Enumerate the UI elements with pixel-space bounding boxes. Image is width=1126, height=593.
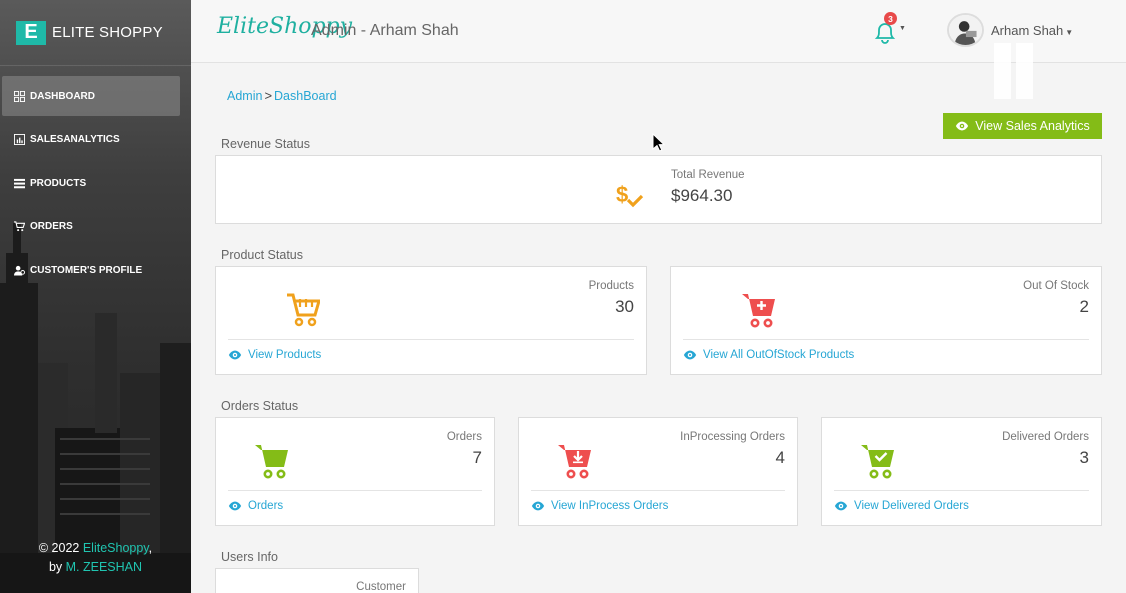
eye-icon [834,501,848,511]
user-name: Arham Shah [991,23,1064,38]
section-title-product: Product Status [221,248,303,262]
sidebar-item-orders[interactable]: ORDERS [2,207,180,247]
section-title-orders: Orders Status [221,399,299,413]
divider [834,490,1089,491]
sidebar-item-salesanalytics[interactable]: SALESANALYTICS [2,120,180,160]
cart-check-icon [861,445,894,479]
sidebar-item-label: DASHBOARD [30,90,95,102]
out-of-stock-count: 2 [1079,297,1089,316]
mouse-cursor-icon [652,133,666,152]
divider [683,339,1089,340]
notification-badge: 3 [884,12,897,25]
chart-icon [14,134,25,145]
divider [531,490,785,491]
decorative-overlay [994,43,1052,99]
out-of-stock-label: Out Of Stock [1023,280,1089,292]
view-products-label: View Products [248,349,322,361]
cart-plus-icon [742,294,775,328]
view-inprocess-orders-link[interactable]: View InProcess Orders [531,499,668,513]
brand-name: ELITE SHOPPY [52,24,163,41]
inprocessing-orders-card: InProcessing Orders 4 View InProcess Ord… [518,417,798,526]
sidebar-item-customers-profile[interactable]: CUSTOMER'S PROFILE [2,250,180,290]
sidebar-item-dashboard[interactable]: DASHBOARD [2,76,180,116]
sidebar-footer: © 2022 EliteShoppy, by M. ZEESHAN [0,539,191,577]
view-delivered-orders-link[interactable]: View Delivered Orders [834,499,969,513]
brand-logo: E [16,20,46,45]
out-of-stock-card: Out Of Stock 2 View All OutOfStock Produ… [670,266,1102,375]
sidebar-item-label: SALESANALYTICS [30,134,120,145]
sidebar-item-label: PRODUCTS [30,177,87,189]
list-icon [14,178,25,188]
divider [228,490,482,491]
breadcrumb-separator: > [264,88,273,103]
view-orders-link[interactable]: Orders [228,499,283,513]
brand[interactable]: E ELITE SHOPPY [0,0,191,66]
sidebar-item-products[interactable]: PRODUCTS [2,163,180,203]
cart-icon [14,221,25,232]
delivered-orders-count: 3 [1079,448,1089,467]
total-revenue-value: $964.30 [671,186,733,205]
user-menu[interactable]: Arham Shah ▼ [991,23,1073,38]
inprocessing-orders-label: InProcessing Orders [680,431,785,443]
view-orders-label: Orders [248,500,284,512]
delivered-orders-label: Delivered Orders [1002,431,1089,443]
users-icon [14,265,25,276]
sidebar-item-label: ORDERS [30,221,73,232]
dashboard-icon [14,90,25,102]
view-inprocess-orders-label: View InProcess Orders [551,500,669,512]
delivered-orders-card: Delivered Orders 3 View Delivered Orders [821,417,1102,526]
footer-brand-link[interactable]: EliteShoppy [83,541,149,555]
eye-icon [683,350,697,360]
breadcrumb-admin[interactable]: Admin [227,89,262,103]
orders-label: Orders [446,431,482,443]
sidebar-item-label: CUSTOMER'S PROFILE [30,264,143,276]
breadcrumb-dashboard[interactable]: DashBoard [274,89,337,103]
products-label: Products [588,280,634,292]
eye-icon [531,501,545,511]
view-products-link[interactable]: View Products [228,348,321,362]
orders-count: 7 [472,448,482,467]
products-card: Products 30 View Products [215,266,647,375]
customer-label: Customer [356,581,406,593]
page-title: Admin - Arham Shah [311,22,459,39]
divider [228,339,634,340]
eye-icon [956,121,969,131]
footer-by: by [48,560,66,574]
inprocessing-orders-count: 4 [775,448,785,467]
section-title-users: Users Info [221,550,278,564]
copyright-text: © 2022 [38,541,83,555]
svg-text:$: $ [616,182,628,207]
customer-card: Customer [215,568,419,593]
avatar-image [949,15,982,45]
orders-card: Orders 7 Orders [215,417,495,526]
breadcrumb: Admin > DashBoard [227,88,337,103]
footer-comma: , [148,541,153,555]
chevron-down-icon: ▼ [1065,28,1074,37]
view-delivered-orders-label: View Delivered Orders [854,500,969,512]
sidebar: E ELITE SHOPPY DASHBOARD SALESANALYTICS … [0,0,191,593]
topbar: EliteShoppy Admin - Arham Shah 3 ▼ Arham… [191,0,1126,99]
chevron-down-icon[interactable]: ▼ [899,25,906,32]
cart-download-icon [558,445,591,479]
view-out-of-stock-label: View All OutOfStock Products [703,349,855,361]
sidebar-nav: DASHBOARD SALESANALYTICS PRODUCTS ORDERS… [2,76,180,294]
footer-author-link[interactable]: M. ZEESHAN [66,560,142,574]
eye-icon [228,501,242,511]
avatar[interactable] [947,13,984,47]
view-sales-analytics-button[interactable]: View Sales Analytics [943,113,1102,139]
revenue-card: $ Total Revenue $964.30 [215,155,1102,224]
cart-icon [255,445,288,479]
total-revenue-label: Total Revenue [671,169,745,181]
view-out-of-stock-link[interactable]: View All OutOfStock Products [683,348,854,362]
cart-icon [287,293,320,327]
section-title-revenue: Revenue Status [221,137,310,151]
revenue-dollar-check-icon: $ [616,182,644,208]
eye-icon [228,350,242,360]
products-count: 30 [615,297,634,316]
view-sales-analytics-label: View Sales Analytics [975,119,1090,133]
